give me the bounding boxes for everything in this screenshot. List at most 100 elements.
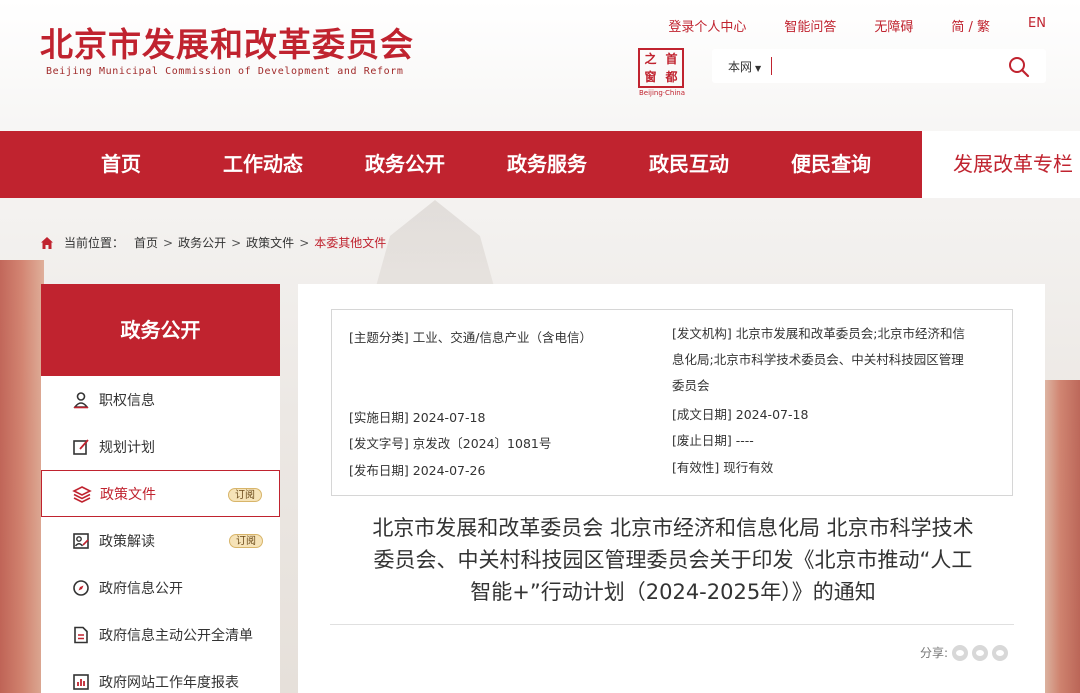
meta-value: 北京市发展和改革委员会;北京市经济和信 — [735, 326, 965, 341]
meta-label: [发文字号] — [349, 436, 409, 451]
sidebar-item-annual-report[interactable]: 政府网站工作年度报表 — [41, 658, 280, 693]
document-title-line: 委员会、中关村科技园区管理委员会关于印发《北京市推动“人工 — [373, 548, 973, 572]
english-link[interactable]: EN — [1028, 16, 1046, 35]
breadcrumb-home[interactable]: 首页 — [134, 234, 158, 251]
seal-char: 窗 — [644, 70, 657, 84]
sidebar-title: 政务公开 — [41, 284, 280, 376]
breadcrumb: 当前位置： 首页 > 政务公开 > 政策文件 > 本委其他文件 — [40, 234, 386, 251]
person-icon — [71, 390, 91, 410]
background-pillar-right — [1044, 380, 1080, 693]
meta-written-date: [成文日期] 2024-07-18 — [672, 402, 808, 428]
nav-item-interaction[interactable]: 政民互动 — [618, 131, 760, 198]
qzone-icon[interactable] — [992, 644, 1009, 661]
nav-item-work-news[interactable]: 工作动态 — [192, 131, 334, 198]
site-header: 北京市发展和改革委员会 Beijing Municipal Commission… — [0, 0, 1080, 131]
smart-qa-link[interactable]: 智能问答 — [784, 16, 836, 35]
meta-value: 2024-07-18 — [412, 410, 486, 425]
edit-icon — [71, 437, 91, 457]
seal-caption: Beijing·China — [638, 89, 686, 97]
meta-value: 京发改〔2024〕1081号 — [412, 436, 552, 451]
nav-item-public-query[interactable]: 便民查询 — [760, 131, 902, 198]
main-content: [主题分类] 工业、交通/信息产业（含电信） [实施日期] 2024-07-18… — [298, 284, 1045, 693]
sidebar-item-planning[interactable]: 规划计划 — [41, 423, 280, 470]
document-metadata-box: [主题分类] 工业、交通/信息产业（含电信） [实施日期] 2024-07-18… — [331, 309, 1013, 496]
sidebar-item-label: 政府网站工作年度报表 — [99, 674, 239, 691]
wechat-icon[interactable] — [972, 644, 989, 661]
document-title: 北京市发展和改革委员会 北京市经济和信息化局 北京市科学技术 委员会、中关村科技… — [328, 512, 1018, 608]
breadcrumb-separator: > — [299, 235, 310, 250]
nav-item-gov-affairs-open[interactable]: 政务公开 — [334, 131, 476, 198]
sidebar-item-policy-interpretation[interactable]: 政策解读 订阅 — [41, 517, 280, 564]
share-bar: 分享: — [920, 644, 1009, 661]
meta-value: 现行有效 — [723, 460, 774, 475]
meta-label: [有效性] — [672, 460, 720, 475]
meta-abolish-date: [废止日期] ---- — [672, 428, 754, 454]
meta-label: [实施日期] — [349, 410, 409, 425]
home-icon — [41, 236, 53, 249]
login-link[interactable]: 登录个人中心 — [668, 16, 746, 35]
sidebar-item-authority-info[interactable]: 职权信息 — [41, 376, 280, 423]
simplified-traditional-toggle[interactable]: 简 / 繁 — [951, 16, 990, 35]
search-input[interactable] — [771, 57, 992, 75]
breadcrumb-separator: > — [163, 235, 174, 250]
search-icon[interactable] — [1008, 56, 1030, 78]
subscribe-badge[interactable]: 订阅 — [228, 488, 262, 502]
nav-item-reform-column[interactable]: 发展改革专栏 — [922, 131, 1080, 198]
meta-label: [成文日期] — [672, 407, 732, 422]
meta-value: 2024-07-26 — [412, 463, 486, 478]
meta-validity: [有效性] 现行有效 — [672, 455, 773, 481]
meta-label: [发文机构] — [672, 326, 732, 341]
meta-doc-number: [发文字号] 京发改〔2024〕1081号 — [349, 433, 551, 452]
compass-icon — [71, 578, 91, 598]
meta-label: [主题分类] — [349, 330, 409, 345]
sidebar-item-label: 政策解读 — [99, 533, 155, 550]
sidebar-item-label: 政策文件 — [100, 486, 156, 503]
meta-publish-date: [发布日期] 2024-07-26 — [349, 460, 485, 479]
nav-item-gov-services[interactable]: 政务服务 — [476, 131, 618, 198]
accessibility-link[interactable]: 无障碍 — [874, 16, 913, 35]
search-scope-label: 本网 — [728, 59, 753, 74]
sidebar: 政务公开 职权信息 规划计划 政策文件 订阅 政策解读 订阅 政府信息公开 政府… — [41, 284, 280, 693]
meta-subject-category: [主题分类] 工业、交通/信息产业（含电信） — [349, 327, 592, 346]
capital-seal-logo: 之 首 窗 都 Beijing·China — [638, 48, 686, 100]
seal-char: 之 — [644, 52, 657, 66]
share-label: 分享: — [920, 646, 949, 660]
nav-item-home[interactable]: 首页 — [50, 131, 192, 198]
document-title-line: 北京市发展和改革委员会 北京市经济和信息化局 北京市科学技术 — [372, 516, 974, 540]
meta-value-continued: 委员会 — [672, 378, 710, 393]
breadcrumb-policy-docs[interactable]: 政策文件 — [246, 234, 294, 251]
breadcrumb-current[interactable]: 本委其他文件 — [314, 234, 386, 251]
caret-down-icon: ▼ — [755, 63, 762, 73]
weibo-icon[interactable] — [952, 644, 969, 661]
layers-icon — [72, 484, 92, 504]
meta-value: 工业、交通/信息产业（含电信） — [412, 330, 592, 345]
report-icon — [71, 672, 91, 692]
meta-value: 2024-07-18 — [735, 407, 809, 422]
meta-value: ---- — [735, 433, 754, 448]
sidebar-item-policy-docs[interactable]: 政策文件 订阅 — [41, 470, 280, 517]
breadcrumb-label: 当前位置： — [64, 236, 125, 250]
seal-char: 都 — [665, 70, 678, 84]
document-icon — [71, 625, 91, 645]
meta-label: [废止日期] — [672, 433, 732, 448]
top-links: 登录个人中心 智能问答 无障碍 简 / 繁 EN — [630, 16, 1046, 35]
sidebar-item-full-disclosure-list[interactable]: 政府信息主动公开全清单 — [41, 611, 280, 658]
search-box: 本网 ▼ — [712, 49, 1046, 83]
meta-issuing-agency: [发文机构] 北京市发展和改革委员会;北京市经济和信 息化局;北京市科学技术委员… — [672, 321, 965, 399]
meta-value-continued: 息化局;北京市科学技术委员会、中关村科技园区管理 — [672, 352, 964, 367]
meta-effective-date: [实施日期] 2024-07-18 — [349, 407, 485, 426]
sidebar-item-label: 规划计划 — [99, 439, 155, 456]
main-nav: 首页 工作动态 政务公开 政务服务 政民互动 便民查询 发展改革专栏 — [0, 131, 1080, 198]
seal-char: 首 — [665, 52, 678, 66]
search-scope-select[interactable]: 本网 ▼ — [728, 58, 761, 75]
subscribe-badge[interactable]: 订阅 — [229, 534, 263, 548]
breadcrumb-gov-affairs-open[interactable]: 政务公开 — [178, 234, 226, 251]
user-edit-icon — [71, 531, 91, 551]
breadcrumb-separator: > — [231, 235, 242, 250]
sidebar-item-label: 职权信息 — [99, 392, 155, 409]
background-pillar-left — [0, 260, 44, 693]
sidebar-item-label: 政府信息主动公开全清单 — [99, 627, 253, 644]
sidebar-item-label: 政府信息公开 — [99, 580, 183, 597]
sidebar-item-gov-info-open[interactable]: 政府信息公开 — [41, 564, 280, 611]
site-title[interactable]: 北京市发展和改革委员会 — [40, 18, 414, 66]
